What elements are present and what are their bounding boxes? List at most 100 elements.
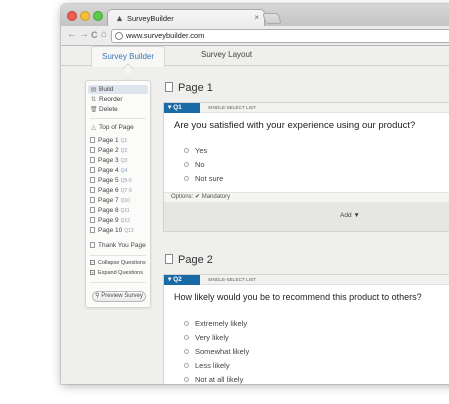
sidebar-item-page-7[interactable]: Page 7 Q10 (90, 196, 130, 205)
add-button[interactable]: Add ▼ (340, 212, 360, 219)
option-item[interactable]: Extremely likely (184, 319, 247, 328)
radio-icon (184, 363, 189, 368)
question-footer: Options: ✔ Mandatory (164, 192, 449, 202)
question-tag[interactable]: ▾ Q1 (164, 103, 200, 113)
zoom-window-button[interactable] (93, 11, 103, 21)
sidebar-item-page-1[interactable]: Page 1 Q1 (90, 136, 127, 145)
url-text: www.surveybuilder.com (126, 31, 205, 40)
page-label: Page 3 (98, 157, 119, 164)
browser-toolbar: ← → C ⌂ www.surveybuilder.com (61, 26, 449, 46)
option-item[interactable]: Yes (184, 146, 207, 155)
sidebar: ▤ Build ⇅ Reorder 🗑Delete △ Top of Page Pag… (85, 80, 151, 308)
option-item[interactable]: Somewhat likely (184, 347, 249, 356)
question-range: Q12 (120, 218, 131, 224)
question-card-q2: ▾ Q2 SINGLE-SELECT LIST How likely would… (163, 274, 449, 384)
page-2-header: Page 2 (165, 254, 213, 270)
sidebar-item-page-10[interactable]: Page 10 Q13 (90, 226, 134, 235)
sidebar-item-build[interactable]: ▤ Build (88, 85, 148, 94)
back-icon[interactable]: ← (67, 29, 77, 41)
sidebar-item-label: Delete (99, 106, 118, 113)
tab-title: SurveyBuilder (127, 14, 174, 23)
page-icon (90, 167, 95, 173)
question-text: Are you satisfied with your experience u… (174, 120, 416, 131)
question-text: How likely would you be to recommend thi… (174, 292, 422, 302)
new-tab-button[interactable] (261, 13, 283, 24)
page-icon (90, 147, 95, 153)
divider (90, 255, 146, 256)
reorder-icon: ⇅ (90, 97, 97, 103)
question-tag[interactable]: ▾ Q2 (164, 275, 200, 285)
radio-icon (184, 321, 189, 326)
question-type: SINGLE-SELECT LIST (208, 277, 256, 282)
forward-icon[interactable]: → (79, 29, 89, 41)
option-label: Not at all likely (195, 375, 244, 384)
page-icon (90, 137, 95, 143)
page-label: Page 1 (98, 137, 119, 144)
option-label: Somewhat likely (195, 347, 250, 356)
sidebar-item-page-2[interactable]: Page 2 Q2 (90, 146, 127, 155)
favicon-icon (116, 15, 123, 22)
sidebar-item-page-5[interactable]: Page 5 Q5-6 (90, 176, 132, 185)
option-label: Not sure (195, 174, 224, 183)
question-range: Q1 (120, 138, 128, 144)
option-item[interactable]: Not at all likely (184, 375, 243, 384)
up-arrow-icon: △ (91, 125, 96, 131)
expand-questions-link[interactable]: + Expand Questions (90, 269, 143, 278)
link-label: Collapse Questions (98, 260, 146, 266)
close-window-button[interactable] (67, 11, 77, 21)
collapse-questions-link[interactable]: − Collapse Questions (90, 259, 146, 268)
sidebar-item-top-of-page[interactable]: △ Top of Page (90, 123, 134, 132)
options-label: Options: (171, 194, 194, 200)
page-1-header: Page 1 (165, 82, 213, 98)
radio-icon (184, 162, 189, 167)
page-icon (90, 207, 95, 213)
page-icon (90, 242, 95, 248)
sidebar-item-thank-you[interactable]: Thank You Page (90, 241, 146, 250)
page-icon (90, 177, 95, 183)
close-tab-icon[interactable]: × (254, 13, 259, 22)
option-label: Yes (195, 146, 208, 155)
tab-survey-layout[interactable]: Survey Layout (201, 50, 252, 59)
page-icon (90, 227, 95, 233)
address-bar[interactable]: www.surveybuilder.com (111, 29, 449, 43)
sidebar-item-delete[interactable]: 🗑Delete (90, 105, 118, 114)
radio-icon (184, 349, 189, 354)
page-label: Page 10 (98, 227, 123, 234)
minimize-window-button[interactable] (80, 11, 90, 21)
page-icon (90, 217, 95, 223)
page-icon (165, 254, 173, 264)
page-label: Thank You Page (98, 242, 146, 249)
mandatory-flag[interactable]: ✔ Mandatory (195, 194, 230, 200)
reload-icon[interactable]: C (91, 29, 98, 41)
option-label: No (195, 160, 205, 169)
divider (90, 282, 146, 283)
sidebar-item-page-3[interactable]: Page 3 Q3 (90, 156, 127, 165)
preview-survey-button[interactable]: ⚲ Preview Survey (92, 291, 146, 302)
question-range: Q7-9 (120, 188, 132, 194)
browser-tab-bar: SurveyBuilder × (61, 4, 449, 27)
page-label: Page 8 (98, 207, 119, 214)
option-item[interactable]: Not sure (184, 174, 223, 183)
option-item[interactable]: Very likely (184, 333, 229, 342)
sidebar-item-page-9[interactable]: Page 9 Q12 (90, 216, 130, 225)
browser-tab[interactable]: SurveyBuilder × (107, 9, 265, 27)
radio-icon (184, 148, 189, 153)
question-type: SINGLE-SELECT LIST (208, 105, 256, 110)
option-label: Extremely likely (195, 319, 248, 328)
page-icon (165, 82, 173, 92)
sidebar-item-reorder[interactable]: ⇅ Reorder (90, 95, 123, 104)
sidebar-item-page-4[interactable]: Page 4 Q4 (90, 166, 127, 175)
option-item[interactable]: No (184, 160, 205, 169)
home-icon[interactable]: ⌂ (101, 29, 107, 41)
page-icon (90, 197, 95, 203)
option-item[interactable]: Less likely (184, 361, 230, 370)
trash-icon: 🗑 (90, 107, 98, 113)
sidebar-item-page-6[interactable]: Page 6 Q7-9 (90, 186, 132, 195)
globe-icon (115, 32, 123, 40)
page-icon (90, 187, 95, 193)
question-range: Q5-6 (120, 178, 132, 184)
page-label: Page 2 (98, 147, 119, 154)
sidebar-item-label: Top of Page (99, 124, 134, 131)
collapse-icon: − (90, 260, 95, 265)
sidebar-item-page-8[interactable]: Page 8 Q11 (90, 206, 130, 215)
